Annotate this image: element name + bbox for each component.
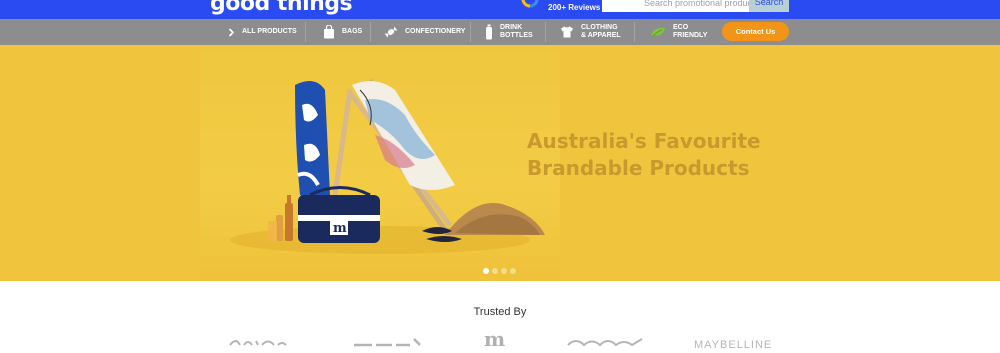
search-input[interactable] — [602, 0, 749, 12]
brand-logo-5: MAYBELLINE — [694, 339, 773, 351]
nav-label: Confectionery — [405, 28, 466, 35]
nav-divider — [634, 22, 635, 42]
slider-dots — [483, 268, 516, 274]
headline-line: Australia's Favourite — [527, 129, 761, 153]
brand-logo-1 — [229, 340, 287, 346]
category-nav: All Products Bags Confectionery Drink Bot… — [0, 19, 1000, 45]
bag-icon — [323, 25, 335, 39]
google-g-icon — [521, 0, 539, 8]
nav-label: Clothing & Apparel — [581, 24, 621, 39]
chevron-right-icon — [228, 27, 235, 37]
slider-dot[interactable] — [492, 268, 498, 274]
nav-item-eco-friendly[interactable]: Eco Friendly — [650, 19, 707, 45]
nav-label: Drink Bottles — [500, 24, 533, 39]
nav-divider — [370, 22, 371, 42]
nav-item-all-products[interactable]: All Products — [228, 19, 297, 45]
nav-divider — [470, 22, 471, 42]
nav-item-confectionery[interactable]: Confectionery — [384, 19, 465, 45]
site-logo[interactable]: good things — [210, 0, 353, 16]
candy-icon — [384, 26, 398, 38]
hero-image: m — [200, 45, 560, 281]
nav-divider — [545, 22, 546, 42]
nav-item-clothing[interactable]: Clothing & Apparel — [560, 19, 621, 45]
tshirt-icon — [560, 26, 574, 38]
reviews-count[interactable]: 200+ Reviews — [548, 3, 600, 12]
bottle-icon — [485, 24, 493, 40]
headline-line: Brandable Products — [527, 156, 750, 180]
brand-logo-2 — [354, 338, 421, 347]
nav-divider — [305, 22, 306, 42]
nav-item-drink-bottles[interactable]: Drink Bottles — [485, 19, 533, 45]
beach-scene-illustration: m — [230, 78, 545, 254]
contact-us-button[interactable]: Contact Us — [722, 22, 789, 41]
top-header: good things 200+ Reviews Search — [0, 0, 1000, 19]
slider-dot[interactable] — [483, 268, 489, 274]
nav-label: Eco Friendly — [673, 24, 708, 39]
hero-headline: Australia's Favourite Brandable Products — [527, 128, 807, 182]
trusted-by-heading: Trusted By — [473, 306, 527, 318]
brand-logo-4 — [567, 338, 643, 347]
nav-item-bags[interactable]: Bags — [323, 19, 362, 45]
slider-dot[interactable] — [510, 268, 516, 274]
hero-banner: m Australia's Favourite Brandable Produc… — [0, 45, 1000, 281]
slider-dot[interactable] — [501, 268, 507, 274]
nav-label: All Products — [242, 28, 297, 35]
leaf-icon — [650, 26, 666, 38]
search-button[interactable]: Search — [749, 0, 789, 12]
svg-text:m: m — [333, 221, 347, 236]
nav-label: Bags — [342, 28, 363, 35]
